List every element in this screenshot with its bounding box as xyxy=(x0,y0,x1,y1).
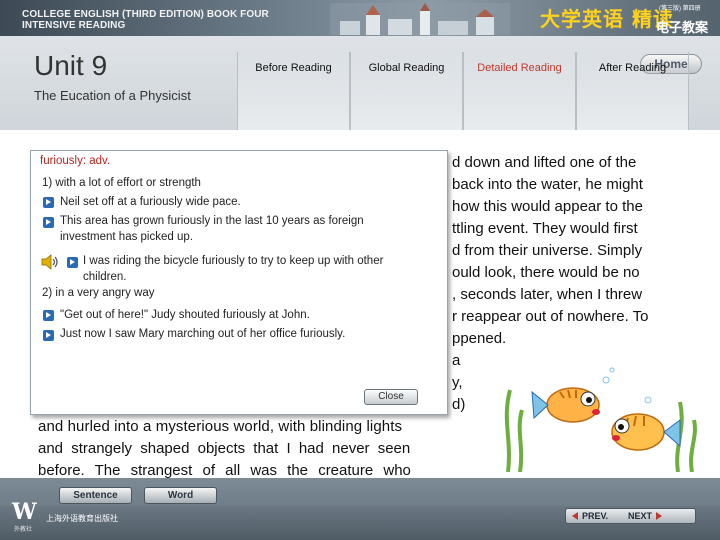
tab-detailed-reading[interactable]: Detailed Reading xyxy=(463,52,576,130)
passage-line: d) xyxy=(452,396,466,413)
sentence-button[interactable]: Sentence xyxy=(59,487,132,504)
glossary-example: "Get out of here!" Judy shouted furiousl… xyxy=(60,309,310,321)
passage-line: d from their universe. Simply xyxy=(452,242,643,259)
tab-global-reading[interactable]: Global Reading xyxy=(350,52,463,130)
passage-line: and hurled into a mysterious world, with… xyxy=(38,418,403,435)
publisher-logo-icon: W xyxy=(12,499,37,525)
speaker-icon[interactable] xyxy=(41,254,59,270)
passage-line: ttling event. They would first xyxy=(452,220,638,237)
glossary-example-cont: children. xyxy=(83,271,127,283)
passage-line: how this would appear to the xyxy=(452,198,643,215)
book-title-line2: INTENSIVE READING xyxy=(22,20,126,31)
passage-line: ould look, there would be no xyxy=(452,264,640,281)
page-navigation: PREV. NEXT xyxy=(565,508,696,524)
unit-title: Unit 9 xyxy=(34,50,108,81)
passage-line: ppened. xyxy=(452,330,507,347)
play-example-icon[interactable] xyxy=(67,257,78,268)
passage-line: , seconds later, when I threw xyxy=(452,286,643,303)
brand-subtitle: 电子教案 xyxy=(656,21,709,36)
prev-arrow-icon[interactable] xyxy=(572,512,578,520)
brand-title: 大学英语 精读 xyxy=(540,7,674,31)
glossary-example: I was riding the bicycle furiously to tr… xyxy=(83,255,384,267)
next-button[interactable]: NEXT xyxy=(628,509,652,523)
glossary-sense-2: 2) in a very angry way xyxy=(42,287,155,299)
unit-subtitle: The Eucation of a Physicist xyxy=(34,88,191,103)
logo-caption: 外教社 xyxy=(14,527,33,533)
play-example-icon[interactable] xyxy=(43,197,54,208)
passage-line: a xyxy=(452,352,461,369)
brand-edition: (第三版) 第四册 xyxy=(659,6,701,12)
glossary-example-cont: investment has picked up. xyxy=(60,231,193,243)
glossary-popup: furiously: adv. 1) with a lot of effort … xyxy=(30,150,448,415)
publisher-name: 上海外语教育出版社 xyxy=(46,514,118,523)
glossary-example: Just now I saw Mary marching out of her … xyxy=(60,328,346,340)
passage-line: r reappear out of nowhere. To xyxy=(452,308,649,325)
section-tabs: Before Reading Global Reading Detailed R… xyxy=(237,52,689,130)
play-example-icon[interactable] xyxy=(43,330,54,341)
app-window: COLLEGE ENGLISH (THIRD EDITION) BOOK FOU… xyxy=(0,0,720,540)
glossary-example: This area has grown furiously in the las… xyxy=(60,215,364,227)
passage-line: before. The strangest of all was the cre… xyxy=(38,462,411,479)
next-arrow-icon[interactable] xyxy=(656,512,662,520)
passage-line: back into the water, he might xyxy=(452,176,643,193)
prev-button[interactable]: PREV. xyxy=(582,509,608,523)
bottom-toolbar: W 外教社 上海外语教育出版社 Sentence Word PREV. NEXT xyxy=(0,478,720,540)
tab-after-reading[interactable]: After Reading xyxy=(576,52,689,130)
book-title: COLLEGE ENGLISH (THIRD EDITION) BOOK FOU… xyxy=(22,9,269,31)
book-title-line1: COLLEGE ENGLISH (THIRD EDITION) BOOK FOU… xyxy=(22,9,269,20)
passage-line: and strangely shaped objects that I had … xyxy=(38,440,411,457)
passage-line: d down and lifted one of the xyxy=(452,154,637,171)
glossary-example: Neil set off at a furiously wide pace. xyxy=(60,196,241,208)
close-button[interactable]: Close xyxy=(364,389,418,405)
tab-before-reading[interactable]: Before Reading xyxy=(237,52,350,130)
top-banner: COLLEGE ENGLISH (THIRD EDITION) BOOK FOU… xyxy=(0,0,720,36)
play-example-icon[interactable] xyxy=(43,217,54,228)
glossary-sense-1: 1) with a lot of effort or strength xyxy=(42,177,201,189)
passage-line: y, xyxy=(452,374,463,391)
play-example-icon[interactable] xyxy=(43,310,54,321)
word-button[interactable]: Word xyxy=(144,487,217,504)
glossary-headword: furiously: adv. xyxy=(40,155,111,167)
fish-illustration xyxy=(498,350,704,472)
town-skyline-image xyxy=(330,3,510,35)
